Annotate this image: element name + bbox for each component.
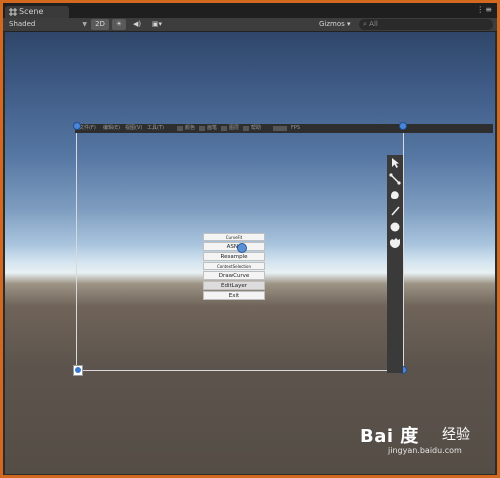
menu-item-exit[interactable]: Exit [203,291,265,300]
toolbar-box-icon [177,126,183,131]
resize-handle-top-right[interactable] [399,122,407,130]
menu-edit[interactable]: 编辑(E) [103,124,120,133]
toolbar-box-icon [221,126,227,131]
menu-item-asne[interactable]: ASNe [203,242,265,251]
anchor-handle-bottom-left[interactable] [73,365,83,376]
unity-editor-window: Scene ⋮≡ Shaded ▼ 2D ☀ ◀) ▣▾ Gizmos ▾ ⌕ … [3,3,497,475]
fps-label: FPS [291,125,301,131]
toggle-2d-button[interactable]: 2D [91,19,109,30]
shading-mode-dropdown[interactable]: Shaded ▼ [9,19,87,30]
watermark-url: jingyan.baidu.com [388,446,462,455]
blob-brush-icon[interactable] [389,189,401,201]
sun-icon[interactable]: ☀ [112,19,126,30]
menu-brush[interactable]: 画笔 [207,124,217,133]
search-placeholder: All [369,20,378,28]
menu-tools[interactable]: 工具(T) [147,124,164,133]
gizmos-label: Gizmos [319,20,345,28]
toolbar-box-icon [273,126,287,131]
scene-toolbar: Shaded ▼ 2D ☀ ◀) ▣▾ Gizmos ▾ ⌕ All [3,18,497,32]
search-field[interactable]: ⌕ All [359,19,493,30]
menu-item-edit-layer[interactable]: EditLayer [203,281,265,290]
tab-scene-label: Scene [19,7,44,16]
search-icon: ⌕ [363,20,367,28]
tab-bar: Scene ⋮≡ [3,3,497,18]
more-options-icon[interactable]: ⋮≡ [476,5,493,14]
toolbar-box-icon [199,126,205,131]
menu-item-draw-curve[interactable]: DrawCurve [203,271,265,280]
dot-brush-icon[interactable] [389,221,401,233]
shading-mode-label: Shaded [9,20,36,28]
menu-item-context-selection[interactable]: ContextSelection [203,262,265,270]
scene-grid-icon [9,8,17,16]
scene-viewport[interactable]: 文件(F) 编辑(E) 视图(V) 工具(T) 颜色 画笔 图层 帮助 FPS [5,32,495,474]
menu-view[interactable]: 视图(V) [125,124,142,133]
menu-file[interactable]: 文件(F) [79,124,96,133]
image-effects-icon[interactable]: ▣▾ [148,19,166,30]
pencil-icon[interactable] [389,205,401,217]
tool-palette [387,155,403,373]
resize-handle-top-left[interactable] [73,122,81,130]
chevron-down-icon: ▼ [82,21,87,28]
menu-layer[interactable]: 图层 [229,124,239,133]
toolbar-box-icon [243,126,249,131]
app-menubar: 文件(F) 编辑(E) 视图(V) 工具(T) 颜色 画笔 图层 帮助 FPS [75,124,493,133]
watermark-suffix: 经验 [442,427,470,443]
gizmos-dropdown[interactable]: Gizmos ▾ [319,19,353,30]
anchor-dot-icon [75,367,81,373]
line-tool-icon[interactable] [389,173,401,185]
menu-item-resample[interactable]: Resample [203,252,265,261]
watermark-brand: Bai 度 [360,426,419,447]
menu-item-curvefit[interactable]: CurveFit [203,233,265,241]
menu-color[interactable]: 颜色 [185,124,195,133]
mouse-cursor-icon [237,243,247,253]
menu-help[interactable]: 帮助 [251,124,261,133]
audio-icon[interactable]: ◀) [131,19,143,30]
baidu-watermark: Bai 度 经验 jingyan.baidu.com [360,422,490,462]
pointer-icon[interactable] [389,157,401,169]
fur-brush-icon[interactable] [389,237,401,249]
tab-scene[interactable]: Scene [5,6,69,18]
